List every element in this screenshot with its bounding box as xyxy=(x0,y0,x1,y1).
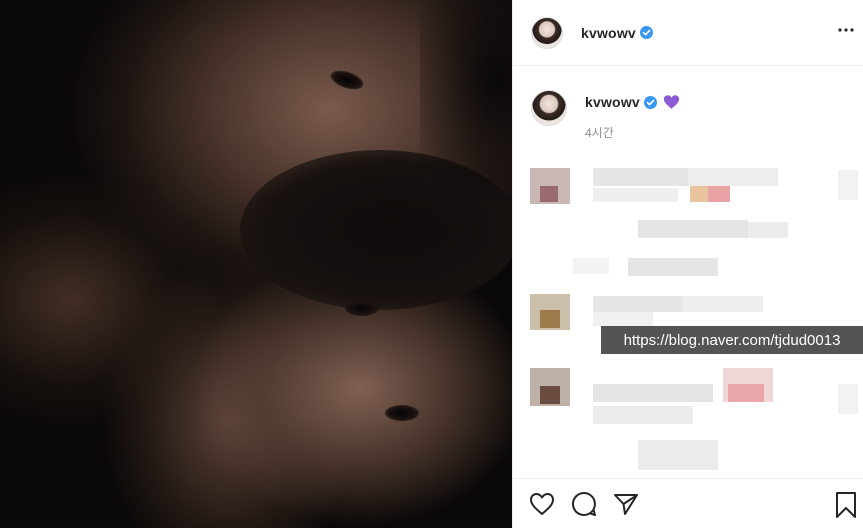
paper-plane-icon[interactable] xyxy=(612,490,640,518)
bookmark-outline-icon[interactable] xyxy=(834,491,860,519)
purple-heart-icon xyxy=(663,95,680,109)
more-horizontal-icon[interactable] xyxy=(834,20,858,40)
photo-hair-shadow-top xyxy=(420,0,512,200)
blurred-meta xyxy=(628,258,718,276)
verified-badge-icon xyxy=(643,95,657,109)
caption: kvwowv 4시간 xyxy=(531,90,680,141)
post-username[interactable]: kvwowv xyxy=(581,25,636,41)
photo-eye xyxy=(345,300,379,316)
blurred-meta xyxy=(573,258,609,274)
post-time: 4시간 xyxy=(585,126,614,140)
avatar[interactable] xyxy=(531,16,563,49)
caption-username[interactable]: kvwowv xyxy=(585,94,640,110)
avatar[interactable] xyxy=(531,90,567,126)
watermark-url: https://blog.naver.com/tjdud0013 xyxy=(601,326,863,354)
blurred-comment xyxy=(518,166,858,256)
post-side-panel: kvwowv kvwowv 4시간 xyxy=(512,0,863,528)
post-header: kvwowv xyxy=(513,0,863,66)
heart-outline-icon[interactable] xyxy=(528,490,556,518)
post-photo[interactable] xyxy=(0,0,512,528)
verified-badge-icon xyxy=(639,26,653,39)
post-view: kvwowv kvwowv 4시간 xyxy=(0,0,863,528)
action-bar xyxy=(513,478,863,528)
photo-eye xyxy=(385,405,419,421)
comment-bubble-icon[interactable] xyxy=(570,490,598,518)
caption-body: kvwowv 4시간 xyxy=(585,90,680,141)
blurred-comment xyxy=(518,366,858,470)
